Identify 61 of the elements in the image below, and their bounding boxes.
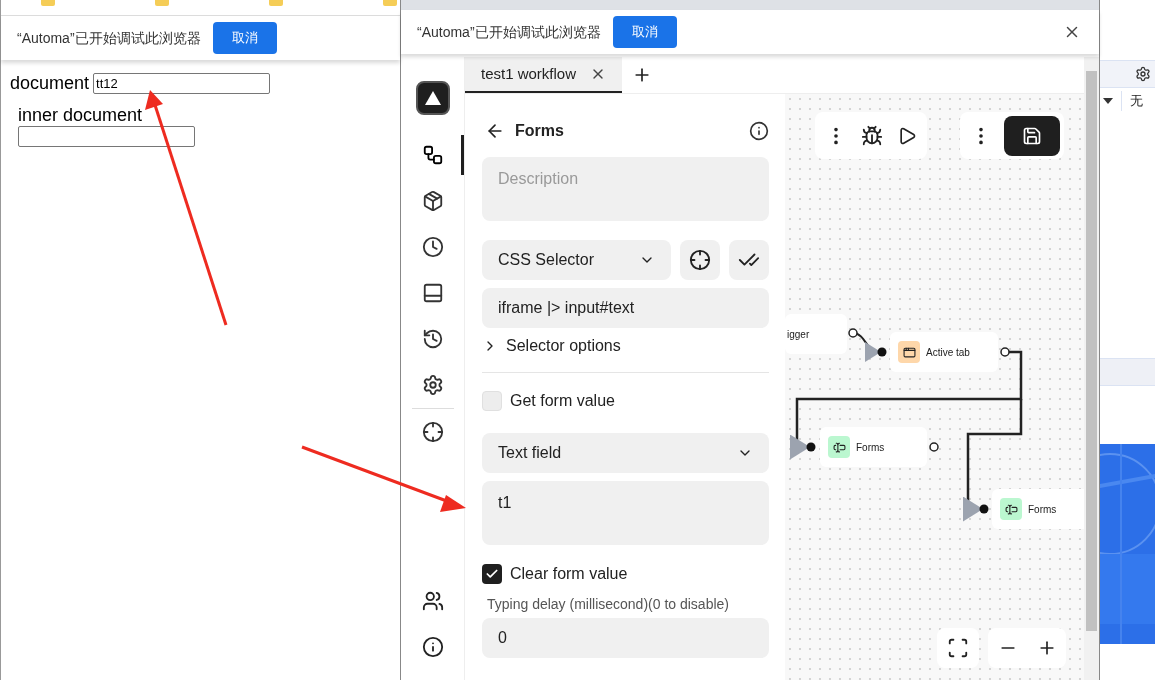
workflow-node[interactable]: Forms [820,427,927,467]
dropdown-arrow-icon[interactable] [1103,98,1113,104]
settings-icon[interactable] [1135,66,1151,82]
sidebar-item-icon[interactable] [421,144,444,166]
selector-field[interactable]: iframe |> input#text [482,288,769,328]
sidebar-item-icon[interactable] [421,282,444,304]
cancel-button[interactable]: 取消 [612,16,677,48]
check-icon [485,567,499,581]
users-icon[interactable] [421,590,444,612]
selector-type-dropdown[interactable]: CSS Selector [482,240,671,280]
field-type-dropdown[interactable]: Text field [482,433,769,473]
crosshair-icon [689,249,711,271]
workflow-tab[interactable]: test1 workflow [465,57,623,93]
checkbox-label: Get form value [510,391,615,411]
selector-options-toggle[interactable]: Selector options [482,334,621,358]
checkbox[interactable] [482,564,502,584]
input-handle[interactable] [979,504,989,514]
info-icon[interactable] [421,636,444,658]
select-multiple-button[interactable] [729,240,769,280]
fullscreen-button[interactable] [937,628,979,668]
infobar-message: “Automa”已开始调试此浏览器 [417,22,601,42]
play-icon[interactable] [897,125,917,146]
sidebar-item-icon[interactable] [421,190,444,212]
sidebar-item-icon[interactable] [421,374,444,396]
text-field[interactable]: tt12 [93,73,271,94]
node-label: Active tab [926,345,970,360]
pick-element-button[interactable] [680,240,720,280]
text-field[interactable] [18,126,195,147]
value-field[interactable]: t1 [482,481,769,545]
save-icon [1022,125,1042,146]
cancel-button[interactable]: 取消 [212,22,277,54]
node-label: Forms [1028,502,1057,517]
header-band [1100,358,1155,386]
typing-delay-label: Typing delay (millisecond)(0 to disable) [486,595,730,614]
info-icon[interactable] [749,121,769,141]
logo-icon [415,81,450,115]
field-label: document [10,72,90,95]
output-handle[interactable] [848,328,858,338]
sidebar-item-icon[interactable] [421,236,444,258]
workflow-node[interactable]: Forms [992,489,1084,529]
infobar-message: “Automa”已开始调试此浏览器 [17,28,201,48]
sidebar-item-icon[interactable] [421,328,444,350]
fullscreen-icon [947,637,969,659]
input-handle[interactable] [806,442,816,452]
output-handle[interactable] [929,442,939,452]
description-field[interactable]: Description [482,157,769,221]
panel-title: Forms [515,121,564,141]
sidebar-item-icon[interactable] [421,421,444,443]
save-button[interactable] [1004,115,1060,156]
output-handle[interactable] [1000,347,1010,357]
workflow-node[interactable]: igger [785,314,847,354]
checkbox-label: Clear form value [510,564,628,584]
node-label: Forms [856,440,885,455]
field-label: inner document [18,104,143,126]
typing-delay-field[interactable]: 0 [482,618,769,658]
input-handle[interactable] [877,347,887,357]
column-text: 无 [1121,91,1143,111]
node-label: igger [787,327,810,342]
workflow-node[interactable]: Active tab [890,332,998,372]
checkbox[interactable] [482,391,502,411]
bug-icon[interactable] [861,124,883,147]
